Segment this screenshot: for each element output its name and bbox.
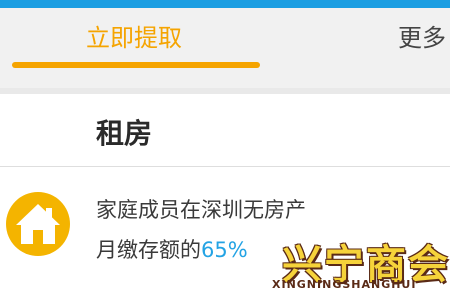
watermark-subtext: XINGNINGSHANGHUI xyxy=(272,278,417,291)
house-icon xyxy=(6,192,70,256)
tab-more[interactable]: 更多 xyxy=(398,20,446,56)
tab-bar: 立即提取 更多 xyxy=(0,8,450,88)
amount-percent: 65% xyxy=(201,238,248,262)
condition-text: 家庭成员在深圳无房产 xyxy=(96,198,306,222)
tab-immediate-withdrawal[interactable]: 立即提取 xyxy=(86,20,182,56)
divider xyxy=(0,166,450,167)
watermark-logo: 兴宁商会 XINGNINGSHANGHUI xyxy=(268,232,450,300)
amount-text: 月缴存额的65% xyxy=(96,234,248,264)
amount-prefix: 月缴存额的 xyxy=(96,238,201,262)
top-bar xyxy=(0,0,450,8)
active-tab-indicator xyxy=(12,62,260,68)
section-title: 租房 xyxy=(96,117,153,150)
